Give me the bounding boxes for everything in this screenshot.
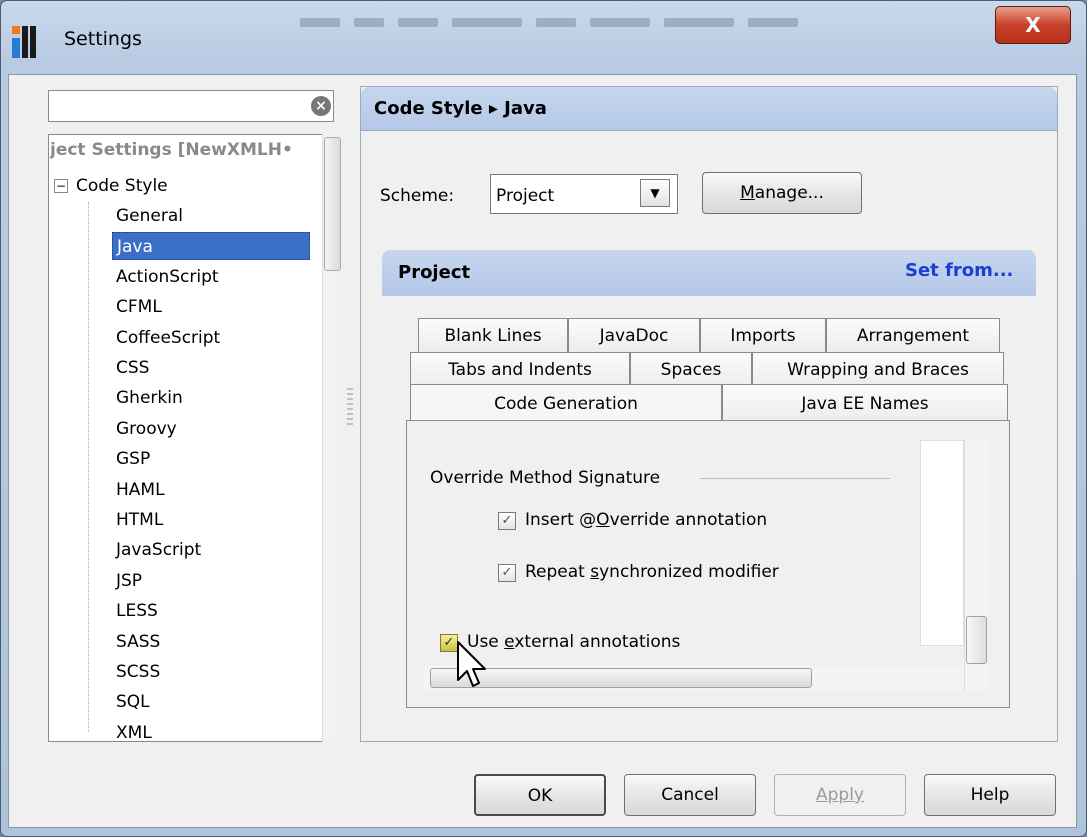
background-window-blur — [300, 8, 1000, 62]
content-horizontal-scrollbar-thumb[interactable] — [430, 668, 812, 688]
preview-area — [920, 440, 964, 646]
tab-tabs-and-indents[interactable]: Tabs and Indents — [410, 352, 630, 388]
search-input[interactable] — [48, 90, 334, 122]
chevron-down-icon[interactable]: ▼ — [640, 179, 670, 207]
collapse-icon[interactable]: − — [54, 179, 68, 193]
tree-item-cfml[interactable]: CFML — [112, 293, 166, 321]
settings-tree[interactable] — [48, 134, 342, 742]
tree-item-gherkin[interactable]: Gherkin — [112, 384, 187, 412]
tree-item-xml[interactable]: XML — [112, 719, 156, 747]
set-from-link[interactable]: Set from... — [905, 260, 1013, 281]
content-vertical-scrollbar-thumb[interactable] — [966, 616, 987, 664]
tree-item-general[interactable]: General — [112, 202, 187, 230]
scheme-label: Scheme: — [380, 186, 455, 206]
ok-button[interactable]: OK — [474, 774, 606, 816]
tree-item-haml[interactable]: HAML — [112, 476, 169, 504]
tree-item-java[interactable]: Java — [112, 232, 310, 261]
manage-button-label: anage... — [754, 183, 824, 203]
intellij-icon — [12, 26, 36, 58]
scheme-value: Project — [496, 186, 555, 206]
splitter-handle[interactable] — [347, 388, 353, 428]
tree-item-groovy[interactable]: Groovy — [112, 415, 181, 443]
tree-item-css[interactable]: CSS — [112, 354, 153, 382]
tree-root-project-settings[interactable]: ject Settings [NewXMLH• — [50, 140, 322, 160]
tree-item-code-style[interactable]: Code Style — [76, 176, 168, 196]
repeat-synchronized-label[interactable]: Repeat synchronized modifier — [525, 562, 779, 582]
apply-button-label: Apply — [816, 785, 864, 805]
tree-item-html[interactable]: HTML — [112, 506, 167, 534]
tree-item-sql[interactable]: SQL — [112, 688, 154, 716]
cancel-button[interactable]: Cancel — [624, 774, 756, 816]
mouse-cursor-icon — [457, 641, 486, 687]
close-button[interactable]: X — [995, 6, 1071, 44]
tab-java-ee-names[interactable]: Java EE Names — [722, 384, 1008, 424]
tree-item-gsp[interactable]: GSP — [112, 445, 154, 473]
tab-wrapping-and-braces[interactable]: Wrapping and Braces — [752, 352, 1004, 388]
clear-search-icon[interactable]: × — [311, 96, 331, 116]
manage-button[interactable]: Manage... — [702, 172, 862, 214]
tab-imports[interactable]: Imports — [700, 318, 826, 354]
tree-item-sass[interactable]: SASS — [112, 628, 164, 656]
tree-guide-line — [88, 202, 89, 732]
repeat-synchronized-checkbox[interactable]: ✓ — [498, 564, 516, 582]
tree-item-coffeescript[interactable]: CoffeeScript — [112, 324, 224, 352]
breadcrumb: Code Style ▸ Java — [374, 98, 547, 119]
tab-blank-lines[interactable]: Blank Lines — [418, 318, 568, 354]
group-divider — [700, 478, 890, 479]
window-title: Settings — [64, 28, 142, 50]
insert-override-checkbox[interactable]: ✓ — [498, 512, 516, 530]
project-title: Project — [398, 262, 471, 283]
tree-item-less[interactable]: LESS — [112, 597, 162, 625]
override-group-label: Override Method Signature — [430, 468, 661, 488]
tree-scrollbar-thumb[interactable] — [324, 137, 341, 271]
tab-arrangement[interactable]: Arrangement — [826, 318, 1000, 354]
tree-item-javascript[interactable]: JavaScript — [112, 536, 205, 564]
external-annotations-label[interactable]: Use external annotations — [467, 632, 680, 652]
tree-item-scss[interactable]: SCSS — [112, 658, 164, 686]
tree-item-actionscript[interactable]: ActionScript — [112, 263, 223, 291]
apply-button[interactable]: Apply — [774, 774, 906, 816]
tab-javadoc[interactable]: JavaDoc — [568, 318, 700, 354]
tab-spaces[interactable]: Spaces — [630, 352, 752, 388]
tree-item-jsp[interactable]: JSP — [112, 567, 146, 595]
title-bar[interactable]: Settings X — [0, 0, 1087, 80]
help-button[interactable]: Help — [924, 774, 1056, 816]
tab-code-generation[interactable]: Code Generation — [410, 384, 722, 424]
insert-override-label[interactable]: Insert @Override annotation — [525, 510, 767, 530]
